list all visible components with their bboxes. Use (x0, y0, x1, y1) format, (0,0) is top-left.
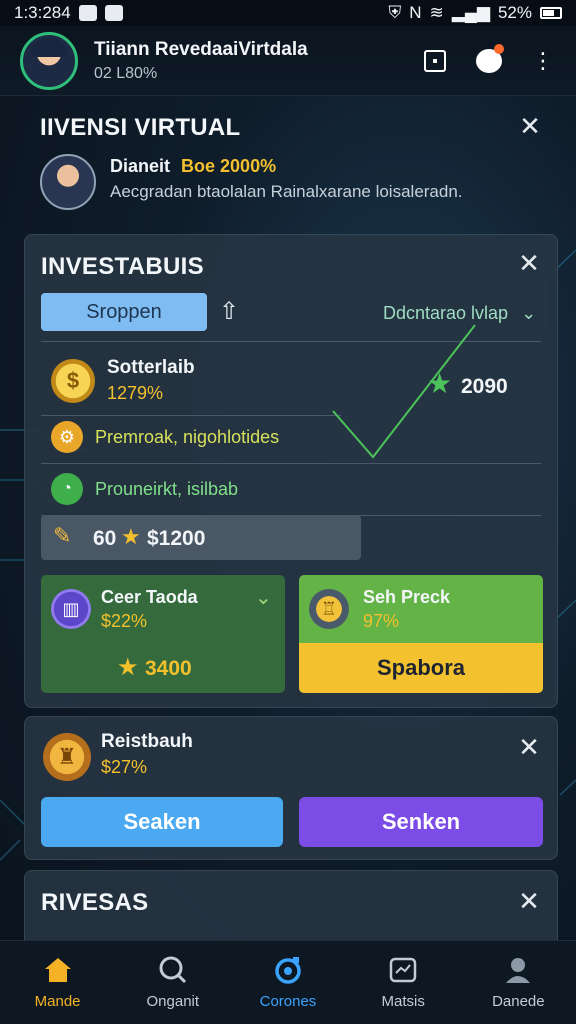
summary-description: Aecgradan btaolalan Rainalxarane loisale… (110, 182, 463, 201)
virtual-investment-card: IIVENSI VIRTUAL ✕ Dianeit Boe 2000% Aecg… (24, 100, 558, 224)
pencil-icon: ✎ (53, 523, 72, 548)
asset-name: Reistbauh (101, 731, 193, 752)
profile-icon (503, 955, 533, 985)
close-icon[interactable]: ✕ (518, 113, 542, 139)
subcard-seh-preck[interactable]: ♖ Seh Preck 97% Spabora (299, 575, 543, 693)
row2-label: Premroak, nigohlotides (95, 427, 280, 447)
reistbauh-card: ♜ Reistbauh $27% ✕ Seaken Senken (24, 716, 558, 860)
shield-icon: ⛨ (388, 3, 402, 22)
subcard-percent: 97% (363, 611, 400, 631)
subcard-ceer-taoda[interactable]: ▥ Ceer Taoda $22% ⌄ ★ 3400 (41, 575, 285, 693)
header-subtitle: 02 L80% (94, 64, 158, 82)
tab-sroppen[interactable]: Sroppen (41, 293, 207, 331)
nav-item-home[interactable]: Mande (3, 955, 113, 1010)
more-vertical-icon: ⋮ (532, 47, 554, 73)
nav-item-stats[interactable]: Matsis (348, 955, 458, 1010)
shield-coin-icon: ▥ (51, 589, 91, 629)
chart-value: 2090 (461, 375, 508, 398)
nav-label: Matsis (381, 993, 425, 1010)
nav-label: Mande (34, 993, 81, 1010)
amount-bar[interactable]: ✎ 60 ★ $1200 (41, 515, 361, 560)
notification-icon (78, 5, 97, 21)
asset-percent: $27% (101, 757, 148, 777)
divider (41, 463, 541, 464)
trophy-coin-icon: ♜ (43, 733, 91, 781)
star-icon: ★ (121, 524, 141, 549)
asset-percent: 1279% (107, 383, 164, 403)
card-title: IIVENSI VIRTUAL (40, 114, 241, 141)
status-time: 1:3:284 (14, 3, 71, 22)
gold-coin-icon: $ (51, 359, 95, 403)
avatar (40, 154, 96, 210)
asset-name: Sotterlaib (107, 357, 195, 378)
alert-icon (104, 5, 123, 21)
nav-item-coins[interactable]: Corones (233, 955, 343, 1010)
more-menu-button[interactable]: ⋮ (530, 48, 556, 74)
star-icon: ★ (117, 654, 139, 681)
subcard-percent: $22% (101, 611, 148, 631)
green-coin-icon: ◔ (51, 473, 83, 505)
nav-label: Danede (492, 993, 545, 1010)
subcard-name: Ceer Taoda (101, 587, 198, 607)
card-title: INVESTABUIS (41, 253, 204, 280)
coins-icon (273, 955, 303, 985)
spabora-button[interactable]: Spabora (299, 643, 543, 693)
signal-icon: ▂▄▆ (451, 3, 490, 22)
wallet-button[interactable] (422, 48, 448, 74)
trophy-coin-icon: ♖ (309, 589, 349, 629)
nfc-icon: N (409, 3, 422, 22)
seaken-button[interactable]: Seaken (41, 797, 283, 847)
home-icon (43, 955, 73, 985)
close-icon[interactable]: ✕ (517, 734, 541, 760)
wifi-icon: ≋ (429, 3, 444, 22)
app-header: Tiiann RevedaaiVirtdala 02 L80% ⋮ (0, 26, 576, 96)
header-title: Tiiann RevedaaiVirtdala (94, 38, 308, 60)
close-icon[interactable]: ✕ (517, 250, 541, 276)
chart-icon (388, 955, 418, 985)
battery-icon (540, 7, 562, 19)
amount-prefix: 60 (93, 527, 117, 550)
search-icon (158, 955, 188, 985)
star-icon: ★ (427, 368, 453, 399)
subcard-name: Seh Preck (363, 587, 451, 607)
chat-icon (476, 43, 504, 73)
senken-button[interactable]: Senken (299, 797, 543, 847)
battery-percent: 52% (497, 3, 532, 22)
card-title: RIVESAS (41, 889, 149, 916)
close-icon[interactable]: ✕ (517, 888, 541, 914)
nav-item-profile[interactable]: Danede (463, 955, 573, 1010)
investment-summary: Dianeit Boe 2000% (110, 156, 276, 177)
gear-coin-icon: ⚙ (51, 421, 83, 453)
wallet-icon (424, 49, 446, 72)
nav-item-search[interactable]: Onganit (118, 955, 228, 1010)
divider (41, 415, 341, 416)
chevron-down-icon[interactable]: ⌄ (255, 585, 272, 610)
investabuis-card: INVESTABUIS ✕ Sroppen ⇧ Ddcntarao lvlap … (24, 234, 558, 708)
bottom-navigation: Mande Onganit Corones Matsis Danede (0, 940, 576, 1024)
subcard-value: 3400 (145, 657, 192, 680)
sort-icon[interactable]: ⇧ (219, 297, 239, 326)
user-avatar[interactable] (20, 31, 78, 90)
chat-button[interactable] (476, 43, 504, 74)
nav-label: Corones (259, 993, 317, 1010)
row3-label: Prouneirkt, isilbab (95, 479, 239, 499)
amount-value: $1200 (147, 527, 206, 550)
summary-highlight: Boe 2000% (181, 156, 277, 176)
status-bar: 1:3:284 ⛨ N ≋ ▂▄▆ 52% (0, 0, 576, 26)
nav-label: Onganit (146, 993, 200, 1010)
summary-label: Dianeit (110, 156, 171, 176)
